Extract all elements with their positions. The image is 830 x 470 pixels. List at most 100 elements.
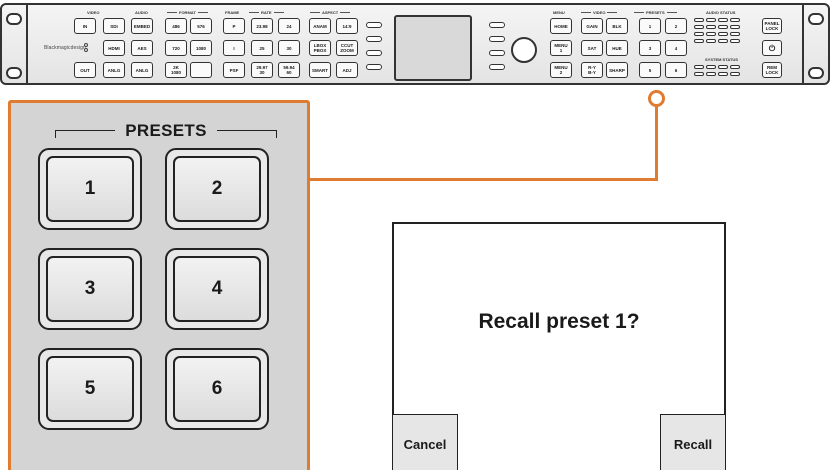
soft-key-right-3[interactable]	[489, 50, 505, 56]
rack-preset-3-button[interactable]: 3	[639, 40, 661, 56]
soft-key-right-1[interactable]	[489, 22, 505, 28]
aspect-14-9-button[interactable]: 14:9	[336, 18, 358, 34]
menu-home-button[interactable]: HOME	[550, 18, 572, 34]
audio-status-led	[706, 25, 716, 29]
power-button[interactable]: ⏻	[762, 40, 782, 56]
format-1080-button[interactable]: 1080	[190, 40, 212, 56]
rack-mount-hole	[6, 13, 22, 25]
recall-preset-dialog: Recall preset 1? Cancel Recall	[392, 222, 726, 470]
cancel-button[interactable]: Cancel	[392, 414, 458, 470]
panel-lock-button[interactable]: PANEL LOCK	[762, 18, 782, 34]
preset-1-button[interactable]: 1	[38, 148, 142, 230]
audio-status-led	[730, 39, 740, 43]
preset-2-label: 2	[173, 156, 261, 222]
aspect-lbox-button[interactable]: LBOX PBOX	[309, 40, 331, 56]
system-status-led	[730, 72, 740, 76]
preset-5-button[interactable]: 5	[38, 348, 142, 430]
frame-psf-button[interactable]: PSF	[223, 62, 245, 78]
group-label-system-status: SYSTEM STATUS	[705, 57, 738, 62]
dialog-message: Recall preset 1?	[478, 310, 640, 333]
format-486-button[interactable]: 486	[165, 18, 187, 34]
soft-key-left-4[interactable]	[366, 64, 382, 70]
rate-2997-button[interactable]: 29.97 30	[251, 62, 273, 78]
frame-p-button[interactable]: P	[223, 18, 245, 34]
soft-key-left-1[interactable]	[366, 22, 382, 28]
system-status-led	[718, 65, 728, 69]
rate-24-button[interactable]: 24	[278, 18, 300, 34]
group-label-video: VIDEO	[87, 10, 100, 15]
group-label-format: FORMAT	[165, 10, 210, 15]
video-sat-button[interactable]: SAT	[581, 40, 603, 56]
video-ry-by-button[interactable]: R-Y B-Y	[581, 62, 603, 78]
callout-line	[655, 106, 658, 181]
video-out-button[interactable]: OUT	[74, 62, 96, 78]
rack-ear-divider	[802, 5, 804, 83]
video-gain-button[interactable]: GAIN	[581, 18, 603, 34]
rack-preset-5-button[interactable]: 5	[639, 62, 661, 78]
frame-i-button[interactable]: I	[223, 40, 245, 56]
soft-key-right-4[interactable]	[489, 64, 505, 70]
preset-6-button[interactable]: 6	[165, 348, 269, 430]
aspect-smart-button[interactable]: SMART	[309, 62, 331, 78]
brand-logo-mark	[84, 43, 90, 55]
menu-1-button[interactable]: MENU 1	[550, 40, 572, 56]
preset-3-button[interactable]: 3	[38, 248, 142, 330]
recall-button[interactable]: Recall	[660, 414, 726, 470]
preset-6-label: 6	[173, 356, 261, 422]
video-blk-button[interactable]: BLK	[606, 18, 628, 34]
preset-3-label: 3	[46, 256, 134, 322]
control-knob[interactable]	[511, 37, 537, 63]
audio-aes-button[interactable]: AES	[131, 40, 153, 56]
soft-key-right-2[interactable]	[489, 36, 505, 42]
audio-status-led	[706, 32, 716, 36]
rack-preset-1-button[interactable]: 1	[639, 18, 661, 34]
audio-status-led	[718, 39, 728, 43]
audio-embed-button[interactable]: EMBED	[131, 18, 153, 34]
audio-status-led	[730, 18, 740, 22]
aspect-adj-button[interactable]: ADJ	[336, 62, 358, 78]
video-hdmi-button[interactable]: HDMI	[103, 40, 125, 56]
format-2k-button[interactable]: 2K 1080	[165, 62, 187, 78]
video-anlg-button[interactable]: ANLG	[103, 62, 125, 78]
group-label-rate: RATE	[247, 10, 286, 15]
preset-1-label: 1	[46, 156, 134, 222]
lcd-screen	[394, 15, 472, 81]
video-sdi-button[interactable]: SDI	[103, 18, 125, 34]
rack-ear-divider	[26, 5, 28, 83]
aspect-ccut-button[interactable]: CCUT ZOOM	[336, 40, 358, 56]
aspect-anam-button[interactable]: ANAM	[309, 18, 331, 34]
rate-5994-button[interactable]: 59.94 60	[278, 62, 300, 78]
rate-30-button[interactable]: 30	[278, 40, 300, 56]
preset-4-button[interactable]: 4	[165, 248, 269, 330]
rate-25-button[interactable]: 25	[251, 40, 273, 56]
soft-key-left-2[interactable]	[366, 36, 382, 42]
rack-mount-hole	[6, 67, 22, 79]
video-in-button[interactable]: IN	[74, 18, 96, 34]
audio-status-led	[694, 25, 704, 29]
system-status-led	[706, 72, 716, 76]
audio-anlg-button[interactable]: ANLG	[131, 62, 153, 78]
rack-mount-hole	[808, 13, 824, 25]
video-hue-button[interactable]: HUE	[606, 40, 628, 56]
presets-panel-zoom: PRESETS 1 2 3 4 5 6	[8, 100, 310, 470]
audio-status-led	[694, 39, 704, 43]
format-576-button[interactable]: 576	[190, 18, 212, 34]
format-720-button[interactable]: 720	[165, 40, 187, 56]
rack-preset-4-button[interactable]: 4	[665, 40, 687, 56]
audio-status-led	[706, 39, 716, 43]
preset-2-button[interactable]: 2	[165, 148, 269, 230]
remote-lock-button[interactable]: REM LOCK	[762, 62, 782, 78]
system-status-led	[706, 65, 716, 69]
audio-status-led	[730, 25, 740, 29]
callout-marker	[648, 90, 665, 107]
soft-key-left-3[interactable]	[366, 50, 382, 56]
rack-unit-front-panel: Blackmagicdesign VIDEO AUDIO FORMAT FRAM…	[0, 3, 830, 85]
menu-2-button[interactable]: MENU 2	[550, 62, 572, 78]
rack-mount-hole	[808, 67, 824, 79]
preset-4-label: 4	[173, 256, 261, 322]
video-sharp-button[interactable]: SHARP	[606, 62, 628, 78]
rate-2398-button[interactable]: 23.98	[251, 18, 273, 34]
rack-preset-2-button[interactable]: 2	[665, 18, 687, 34]
format-blank-button[interactable]	[190, 62, 212, 78]
rack-preset-6-button[interactable]: 6	[665, 62, 687, 78]
